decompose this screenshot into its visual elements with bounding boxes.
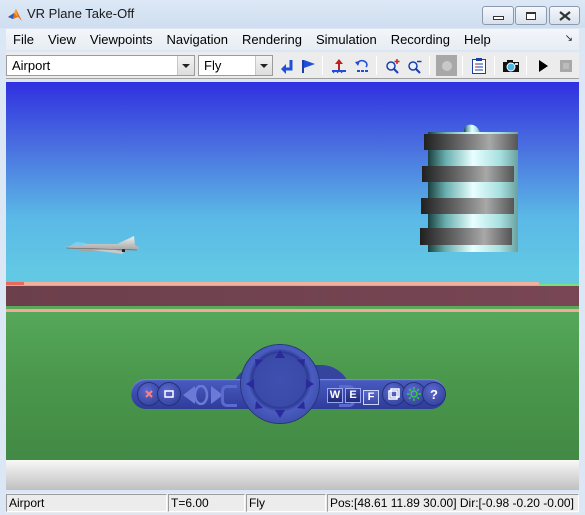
wheel-arrow-left <box>246 379 254 389</box>
wheel-arrows <box>246 350 314 418</box>
viewpoints-button[interactable] <box>383 383 405 405</box>
wheel-arrow-down-right <box>297 401 305 409</box>
straighten-up-button[interactable] <box>328 55 349 76</box>
viewpoint-select-value: Airport <box>12 58 51 73</box>
wheel-arrow-down <box>275 410 285 418</box>
zoom-in-button[interactable] <box>382 55 403 76</box>
status-position-direction: Pos:[48.61 11.89 30.00] Dir:[-0.98 -0.20… <box>327 494 579 512</box>
wheel-arrow-up-right <box>297 359 305 367</box>
camera-icon <box>502 59 519 72</box>
close-button[interactable] <box>549 6 580 25</box>
runway-near-edge <box>6 309 579 312</box>
navigation-wheel[interactable] <box>241 345 319 423</box>
navigation-panel: W E F ? <box>131 345 446 423</box>
toolbar-separator <box>429 56 430 75</box>
menu-rendering[interactable]: Rendering <box>235 29 309 50</box>
zoom-out-icon <box>407 60 421 74</box>
clipboard-icon <box>471 57 486 74</box>
maximize-button[interactable] <box>515 6 547 25</box>
runway <box>6 286 579 306</box>
menu-navigation[interactable]: Navigation <box>160 29 235 50</box>
maximize-icon <box>526 11 536 20</box>
start-simulation-button[interactable] <box>532 55 553 76</box>
play-icon <box>538 59 548 72</box>
minimize-icon <box>492 16 504 20</box>
status-viewpoint: Airport <box>6 494 167 512</box>
undo-move-icon <box>354 59 368 72</box>
menu-simulation[interactable]: Simulation <box>309 29 384 50</box>
menu-help[interactable]: Help <box>457 29 498 50</box>
chevron-down-icon[interactable] <box>177 56 194 75</box>
tilt-left-handle[interactable] <box>221 385 237 407</box>
stop-simulation-button[interactable] <box>555 55 576 76</box>
capture-frame-list-button[interactable] <box>468 55 489 76</box>
status-bar: Airport T=6.00 Fly Pos:[48.61 11.89 30.0… <box>6 493 579 513</box>
navigation-method-select[interactable]: Fly <box>198 55 273 76</box>
headlight-icon <box>407 387 421 401</box>
stop-icon <box>559 59 572 72</box>
menu-view[interactable]: View <box>41 29 83 50</box>
menu-file[interactable]: File <box>6 29 41 50</box>
status-navigation-mode: Fly <box>246 494 326 512</box>
control-tower-model <box>420 124 518 252</box>
examine-mode-key[interactable]: E <box>345 388 361 403</box>
zoom-out-button[interactable] <box>404 55 425 76</box>
menu-viewpoints[interactable]: Viewpoints <box>83 29 160 50</box>
wheel-arrow-up <box>275 350 285 358</box>
runway-far-edge <box>6 282 539 285</box>
vr-scene-viewport[interactable] <box>6 82 579 490</box>
flag-icon <box>301 59 315 73</box>
runway-far-edge-marker <box>6 282 24 285</box>
record-icon <box>441 60 452 71</box>
headlight-button[interactable] <box>403 383 425 405</box>
fly-mode-key[interactable]: F <box>363 390 379 405</box>
chevron-down-icon[interactable] <box>255 56 272 75</box>
toolbar-separator <box>462 56 463 75</box>
minimize-panel-icon <box>164 390 174 398</box>
wheel-arrow-up-left <box>255 359 263 367</box>
viewport-bottom-fade <box>6 460 579 490</box>
wheel-arrow-right <box>306 379 314 389</box>
toolbar-separator <box>526 56 527 75</box>
return-to-viewpoint-button[interactable] <box>276 55 297 76</box>
help-button[interactable]: ? <box>423 383 445 405</box>
walk-mode-key[interactable]: W <box>327 388 343 403</box>
undock-arrow-icon[interactable]: ↘ <box>565 33 573 44</box>
close-icon <box>558 10 571 21</box>
help-icon: ? <box>430 386 438 402</box>
status-time: T=6.00 <box>168 494 245 512</box>
create-viewpoint-button[interactable] <box>297 55 318 76</box>
wheel-arrow-down-left <box>255 401 263 409</box>
minimize-panel-button[interactable] <box>158 383 180 405</box>
menu-recording[interactable]: Recording <box>384 29 457 50</box>
toolbar: Airport Fly <box>6 52 579 79</box>
record-button[interactable] <box>436 55 457 76</box>
plane-model <box>64 236 140 254</box>
close-icon <box>145 390 153 398</box>
toolbar-separator <box>322 56 323 75</box>
title-bar: VR Plane Take-Off <box>0 0 585 28</box>
zoom-in-icon <box>385 58 399 74</box>
toolbar-separator <box>494 56 495 75</box>
snapshot-button[interactable] <box>500 55 521 76</box>
viewpoint-select[interactable]: Airport <box>6 55 195 76</box>
navigation-select-value: Fly <box>204 58 222 73</box>
rotate-icon[interactable] <box>193 385 209 405</box>
toolbar-separator <box>376 56 377 75</box>
undo-move-button[interactable] <box>351 55 372 76</box>
close-panel-button[interactable] <box>138 383 160 405</box>
return-arrow-icon <box>280 59 292 74</box>
straighten-up-icon <box>331 58 346 73</box>
views-icon <box>388 388 400 400</box>
window-title: VR Plane Take-Off <box>27 6 135 21</box>
minimize-button[interactable] <box>482 6 514 25</box>
menu-bar: File View Viewpoints Navigation Renderin… <box>6 29 579 50</box>
matlab-icon <box>8 9 22 21</box>
